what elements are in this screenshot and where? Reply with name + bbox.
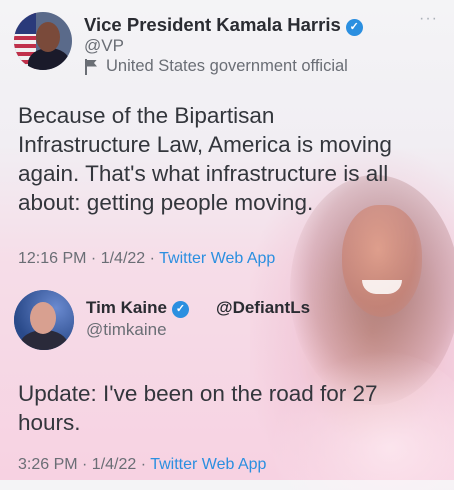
tweet1-line: again. That's what infrastructure is all	[18, 161, 389, 186]
tweet2-name-row[interactable]: Tim Kaine ✓	[86, 298, 189, 318]
tweet2-text: Update: I've been on the road for 27 hou…	[18, 379, 378, 437]
tweet2-source[interactable]: Twitter Web App	[150, 456, 266, 473]
tweet1-line: Because of the Bipartisan	[18, 103, 275, 128]
tweet2-meta: 3:26 PM · 1/4/22 · Twitter Web App	[18, 456, 266, 474]
verified-icon: ✓	[345, 19, 363, 36]
tweet1-meta: 12:16 PM · 1/4/22 · Twitter Web App	[18, 250, 275, 268]
tweet1-time[interactable]: 12:16 PM · 1/4/22 ·	[18, 250, 159, 267]
tweet1-line: about: getting people moving.	[18, 190, 314, 215]
tweet1-line: Infrastructure Law, America is moving	[18, 132, 392, 157]
tweet1-name-row[interactable]: Vice President Kamala Harris ✓	[84, 14, 363, 36]
tweet1-source[interactable]: Twitter Web App	[159, 250, 275, 267]
avatar-vp[interactable]	[14, 12, 72, 70]
tweet2-name[interactable]: Tim Kaine	[86, 298, 167, 317]
watermark: @DefiantLs	[216, 298, 311, 317]
tweet2-line: Update: I've been on the road for 27	[18, 381, 378, 406]
tweet1-text: Because of the Bipartisan Infrastructure…	[18, 101, 392, 217]
tweet2-handle[interactable]: @timkaine	[86, 320, 167, 340]
tweet2-line: hours.	[18, 410, 81, 435]
tweet2-time[interactable]: 3:26 PM · 1/4/22 ·	[18, 456, 150, 473]
avatar-timkaine[interactable]	[14, 290, 74, 350]
tweet1-name[interactable]: Vice President Kamala Harris	[84, 14, 341, 35]
tweet1-handle[interactable]: @VP	[84, 36, 124, 56]
gov-label: United States government official	[84, 57, 348, 76]
gov-label-text: United States government official	[106, 57, 348, 75]
more-options-icon[interactable]: ···	[419, 10, 438, 28]
verified-icon: ✓	[171, 301, 189, 318]
flag-icon	[84, 58, 98, 75]
